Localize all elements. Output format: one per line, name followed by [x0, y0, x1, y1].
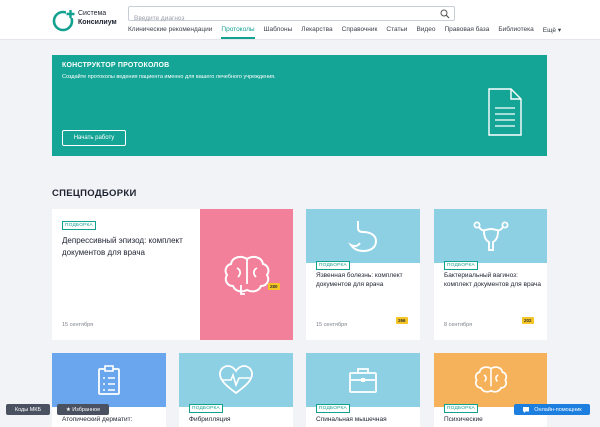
- collection-card[interactable]: ПОДБОРКА Фибрилляция: [179, 353, 293, 427]
- collection-tag: ПОДБОРКА: [316, 261, 350, 270]
- card-date: 15 сентября: [62, 322, 94, 328]
- card-image: [434, 353, 547, 407]
- nav-templates[interactable]: Шаблоны: [264, 26, 293, 36]
- collection-card[interactable]: ПОДБОРКА Психические: [434, 353, 547, 427]
- card-title: Спинальная мышечная: [316, 416, 387, 423]
- uterus-icon: [473, 221, 508, 251]
- nav-articles[interactable]: Статьи: [386, 26, 407, 36]
- search-input[interactable]: [129, 12, 429, 25]
- views-badge: 280: [268, 283, 280, 290]
- stomach-icon: [348, 221, 378, 253]
- card-image: [52, 353, 166, 407]
- search-icon[interactable]: [440, 9, 450, 19]
- card-image: [434, 209, 547, 263]
- banner-subtitle: Создайте протоколы ведения пациента имен…: [62, 74, 276, 80]
- logo-line2: Консилиум: [78, 18, 117, 26]
- search-box: [128, 6, 455, 25]
- card-title: Депрессивный эпизод: комплект документов…: [62, 236, 183, 257]
- brain-icon: [224, 255, 269, 295]
- collection-tag: ПОДБОРКА: [62, 221, 96, 230]
- card-title: Атопический дерматит:: [62, 416, 133, 423]
- card-title: Психические: [444, 416, 483, 423]
- collection-card[interactable]: ПОДБОРКА Бактериальный вагиноз: комплект…: [434, 209, 547, 340]
- nav-video[interactable]: Видео: [416, 26, 435, 36]
- nav-more[interactable]: Ещё ▾: [543, 26, 561, 36]
- protocol-constructor-banner: КОНСТРУКТОР ПРОТОКОЛОВ Создайте протокол…: [52, 55, 547, 156]
- banner-title: КОНСТРУКТОР ПРОТОКОЛОВ: [62, 62, 170, 69]
- card-image: [306, 209, 420, 263]
- collection-card[interactable]: Атопический дерматит:: [52, 353, 166, 427]
- nav-library[interactable]: Библиотека: [498, 26, 533, 36]
- logo-icon[interactable]: [52, 8, 76, 32]
- start-work-button[interactable]: Начать работу: [62, 130, 126, 146]
- card-date: 8 сентября: [444, 322, 473, 328]
- collection-tag: ПОДБОРКА: [189, 404, 223, 413]
- views-badge: 266: [396, 317, 408, 324]
- card-image: 280: [200, 209, 293, 340]
- chat-icon: [523, 406, 530, 413]
- card-date: 15 сентября: [316, 322, 348, 328]
- heart-pulse-icon: [219, 365, 253, 395]
- document-icon: [488, 88, 522, 136]
- nav-clinical-recommendations[interactable]: Клинические рекомендации: [128, 26, 212, 36]
- collection-card[interactable]: ПОДБОРКА Депрессивный эпизод: комплект д…: [52, 209, 293, 340]
- card-title: Бактериальный вагиноз: комплект документ…: [444, 272, 542, 288]
- nav-legal[interactable]: Правовая база: [444, 26, 489, 36]
- collection-tag: ПОДБОРКА: [444, 261, 478, 270]
- favorites-button[interactable]: ★ Избранное: [57, 404, 109, 415]
- nav-drugs[interactable]: Лекарства: [301, 26, 332, 36]
- online-helper-button[interactable]: Онлайн-помощник: [514, 404, 590, 415]
- main-nav: Клинические рекомендации Протоколы Шабло…: [128, 26, 570, 39]
- collection-card[interactable]: ПОДБОРКА Спинальная мышечная: [306, 353, 420, 427]
- clipboard-icon: [98, 365, 120, 395]
- collection-tag: ПОДБОРКА: [316, 404, 350, 413]
- logo-line1: Система: [78, 10, 107, 17]
- header: Система Консилиум Клинические рекомендац…: [0, 0, 600, 40]
- nav-protocols[interactable]: Протоколы: [221, 26, 255, 39]
- nav-reference[interactable]: Справочник: [342, 26, 378, 36]
- views-badge: 202: [522, 317, 534, 324]
- logo-text[interactable]: Система Консилиум: [78, 10, 117, 27]
- brain-icon: [474, 366, 507, 393]
- card-title: Язвенная болезнь: комплект документов дл…: [316, 272, 403, 288]
- card-image: [179, 353, 293, 407]
- card-image: [306, 353, 420, 407]
- section-title: СПЕЦПОДБОРКИ: [52, 188, 137, 199]
- card-title: Фибрилляция: [189, 416, 231, 423]
- collection-tag: ПОДБОРКА: [444, 404, 478, 413]
- briefcase-icon: [349, 368, 377, 393]
- collection-card[interactable]: ПОДБОРКА Язвенная болезнь: комплект доку…: [306, 209, 420, 340]
- mkb-codes-button[interactable]: Коды МКБ: [6, 404, 50, 415]
- online-helper-label: Онлайн-помощник: [534, 406, 582, 413]
